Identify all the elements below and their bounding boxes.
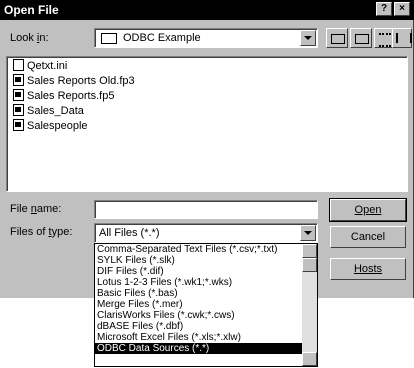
details-view-icon	[396, 33, 412, 43]
list-item[interactable]: SYLK Files (*.slk)	[95, 255, 317, 266]
open-button[interactable]: Open	[329, 198, 407, 222]
file-type-label: Files of type:	[10, 226, 73, 238]
up-folder-icon	[331, 34, 345, 44]
help-button[interactable]: ?	[376, 2, 392, 16]
scroll-up-button[interactable]	[302, 244, 317, 258]
look-in-value: ODBC Example	[123, 32, 201, 44]
new-folder-icon	[355, 34, 369, 44]
up-folder-button[interactable]	[326, 28, 348, 48]
file-type-options-list[interactable]: Comma-Separated Text Files (*.csv;*.txt)…	[94, 243, 318, 367]
list-item[interactable]: Lotus 1-2-3 Files (*.wk1;*.wks)	[95, 277, 317, 288]
file-name-label: File name:	[10, 203, 62, 215]
filemaker-file-icon	[13, 74, 24, 87]
cancel-button[interactable]: Cancel	[330, 226, 406, 248]
dsn-file-icon	[13, 119, 24, 132]
details-view-button[interactable]	[392, 28, 412, 48]
scroll-down-button[interactable]	[302, 352, 317, 366]
close-button[interactable]: ×	[394, 2, 410, 16]
list-item[interactable]: Basic Files (*.bas)	[95, 288, 317, 299]
hosts-button[interactable]: Hosts	[330, 258, 406, 280]
dialog-title: Open File	[4, 3, 59, 17]
scrollbar-thumb[interactable]	[302, 258, 317, 272]
text-file-icon	[13, 59, 24, 72]
file-type-select[interactable]: All Files (*.*)	[94, 223, 318, 243]
file-list[interactable]: Qetxt.ini Sales Reports Old.fp3 Sales Re…	[6, 56, 408, 192]
file-name-field[interactable]	[94, 200, 318, 219]
list-item-selected[interactable]: ODBC Data Sources (*.*)	[95, 343, 317, 354]
look-in-dropdown[interactable]: ODBC Example	[94, 28, 318, 48]
file-type-value: All Files (*.*)	[99, 227, 160, 239]
filemaker-file-icon	[13, 89, 24, 102]
list-item[interactable]: Microsoft Excel Files (*.xls;*.xlw)	[95, 332, 317, 343]
title-bar: Open File ? ×	[0, 0, 414, 20]
list-item[interactable]: DIF Files (*.dif)	[95, 266, 317, 277]
list-item[interactable]: Sales Reports.fp5	[13, 89, 114, 104]
list-item[interactable]: Merge Files (*.mer)	[95, 299, 317, 310]
list-item[interactable]: Comma-Separated Text Files (*.csv;*.txt)	[95, 244, 317, 255]
list-item[interactable]: Salespeople	[13, 119, 88, 134]
list-item[interactable]: dBASE Files (*.dbf)	[95, 321, 317, 332]
list-item[interactable]: ClarisWorks Files (*.cwk;*.cws)	[95, 310, 317, 321]
look-in-dropdown-button[interactable]	[300, 30, 316, 46]
dsn-file-icon	[13, 104, 24, 117]
options-scrollbar[interactable]	[302, 244, 317, 366]
list-item[interactable]: Qetxt.ini	[13, 59, 67, 74]
look-in-label: Look in:	[10, 32, 49, 44]
list-view-icon	[379, 33, 391, 47]
folder-icon	[101, 33, 117, 44]
file-type-dropdown-button[interactable]	[300, 225, 316, 241]
new-folder-button[interactable]	[350, 28, 372, 48]
list-item[interactable]: Sales Reports Old.fp3	[13, 74, 135, 89]
list-item[interactable]: Sales_Data	[13, 104, 84, 119]
